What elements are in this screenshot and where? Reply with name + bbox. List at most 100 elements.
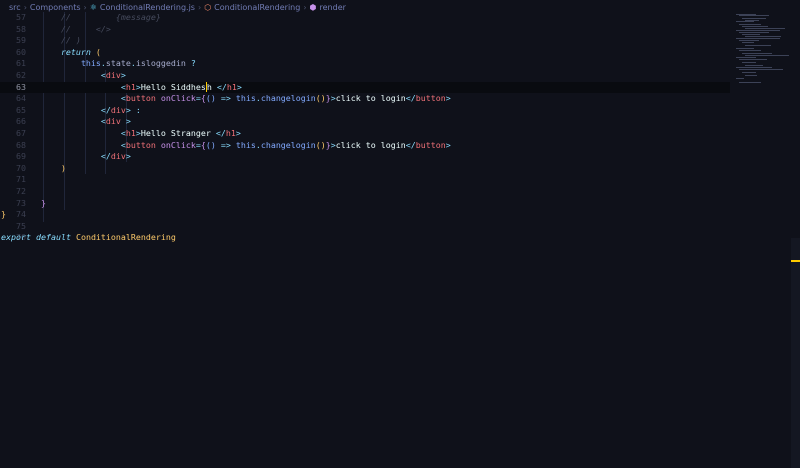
minimap-line — [742, 26, 768, 27]
breadcrumb-item[interactable]: ⚛ ConditionalRendering.js — [90, 3, 195, 12]
code-token: h1 — [125, 81, 136, 92]
minimap-line — [736, 67, 772, 68]
code-token: : — [135, 104, 141, 115]
code-token: // {message} — [1, 12, 161, 22]
code-token: </ — [405, 93, 416, 104]
minimap[interactable] — [732, 12, 789, 92]
code-line[interactable]: 71 — [0, 174, 730, 186]
code-token: click to login — [335, 93, 406, 104]
code-line[interactable]: 67 <h1>Hello Stranger </h1> — [0, 128, 730, 140]
code-token: } — [1, 209, 6, 220]
code-line[interactable]: 63 <h1>Hello Siddhesh </h1> — [0, 81, 730, 94]
code-line[interactable]: 70 ) — [0, 163, 730, 175]
code-token: > — [445, 93, 451, 104]
code-line[interactable]: 76 export default ConditionalRendering — [0, 232, 730, 244]
code-token: ( — [95, 46, 101, 57]
code-token: h1 — [125, 128, 136, 138]
code-token: export — [1, 232, 31, 243]
minimap-line — [739, 24, 761, 25]
method-icon: ⬢ — [309, 2, 317, 12]
code-text: <h1>Hello Stranger </h1> — [1, 128, 241, 140]
breadcrumb-item[interactable]: ⬢ render — [310, 3, 346, 12]
code-line[interactable]: 68 <button onClick={() => this.changelog… — [0, 140, 730, 152]
code-line[interactable]: 62 <div> — [0, 70, 730, 82]
code-line[interactable]: 57 // {message} — [0, 12, 730, 24]
code-token: => — [220, 93, 231, 104]
code-token: isloggedin — [135, 58, 191, 69]
breadcrumb-label: src — [9, 2, 21, 12]
code-line[interactable]: 73 } — [0, 198, 730, 210]
code-line[interactable]: 66 <div > — [0, 116, 730, 128]
code-editor[interactable]: 57 // {message} 58 // </> 59 // ) 60 return… — [0, 12, 792, 468]
minimap-line — [736, 38, 780, 39]
minimap-line — [739, 50, 761, 51]
code-token: > — [445, 139, 451, 150]
code-token: Hello Siddhes — [140, 81, 206, 92]
code-token: // </> — [1, 23, 111, 34]
minimap-line — [736, 30, 780, 31]
code-line[interactable]: 60 return ( — [0, 47, 730, 59]
code-line[interactable]: 59 // ) — [0, 35, 730, 47]
breadcrumb-item[interactable]: ⬡ ConditionalRendering — [204, 3, 300, 12]
code-token: > — [120, 70, 126, 80]
code-line[interactable]: 65 </div> : — [0, 105, 730, 117]
code-text: export default ConditionalRendering — [1, 232, 176, 244]
line-number: 72 — [16, 186, 26, 196]
code-text: // </> — [1, 24, 111, 36]
code-token: () — [205, 93, 216, 104]
chevron-right-icon: › — [83, 2, 87, 12]
breadcrumb-item[interactable]: src — [9, 3, 21, 12]
code-line[interactable]: 58 // </> — [0, 24, 730, 36]
code-line[interactable]: 74} — [0, 209, 730, 221]
code-token: > — [125, 151, 131, 162]
minimap-line — [742, 34, 760, 35]
code-token: this — [80, 58, 101, 69]
code-text: <div> — [1, 70, 126, 82]
breadcrumb-item[interactable]: Components — [30, 3, 81, 12]
code-token: h1 — [226, 81, 237, 92]
chevron-right-icon: › — [23, 2, 27, 12]
minimap-line — [745, 28, 785, 29]
code-token: onClick — [160, 93, 196, 104]
code-token: return — [1, 46, 91, 57]
line-number: 75 — [16, 220, 26, 231]
code-token: button — [125, 139, 156, 150]
minimap-line — [742, 18, 766, 19]
code-line[interactable]: 75 — [0, 221, 730, 233]
line-number: 71 — [16, 174, 26, 185]
vertical-scrollbar[interactable] — [791, 238, 800, 468]
code-token: > — [125, 116, 131, 127]
code-token: changelogin — [260, 93, 316, 104]
code-line[interactable]: 72 — [0, 186, 730, 198]
code-token: </ — [215, 128, 226, 138]
code-token: div — [105, 70, 121, 80]
code-token: div — [110, 104, 126, 115]
code-text: <div > — [1, 116, 131, 128]
code-line[interactable]: 69 </div> — [0, 151, 730, 163]
code-text: // ) — [1, 35, 81, 47]
chevron-right-icon: › — [197, 2, 202, 12]
code-token: ? — [190, 58, 196, 69]
minimap-line — [739, 32, 769, 33]
code-line[interactable]: 61 this.state.isloggedin ? — [0, 58, 730, 70]
code-token: changelogin — [260, 139, 316, 150]
code-token: </ — [100, 104, 111, 115]
breadcrumb-label: ConditionalRendering — [214, 2, 301, 12]
minimap-line — [742, 62, 756, 63]
code-token: // ) — [1, 35, 81, 46]
code-text: </div> : — [1, 105, 141, 117]
code-token: () — [205, 139, 216, 150]
minimap-line — [745, 55, 789, 56]
code-token: state — [105, 58, 131, 69]
code-text: // {message} — [1, 12, 161, 24]
code-line[interactable]: 64 <button onClick={() => this.changelog… — [0, 93, 730, 105]
code-token: } — [40, 197, 46, 208]
minimap-line — [745, 36, 781, 37]
